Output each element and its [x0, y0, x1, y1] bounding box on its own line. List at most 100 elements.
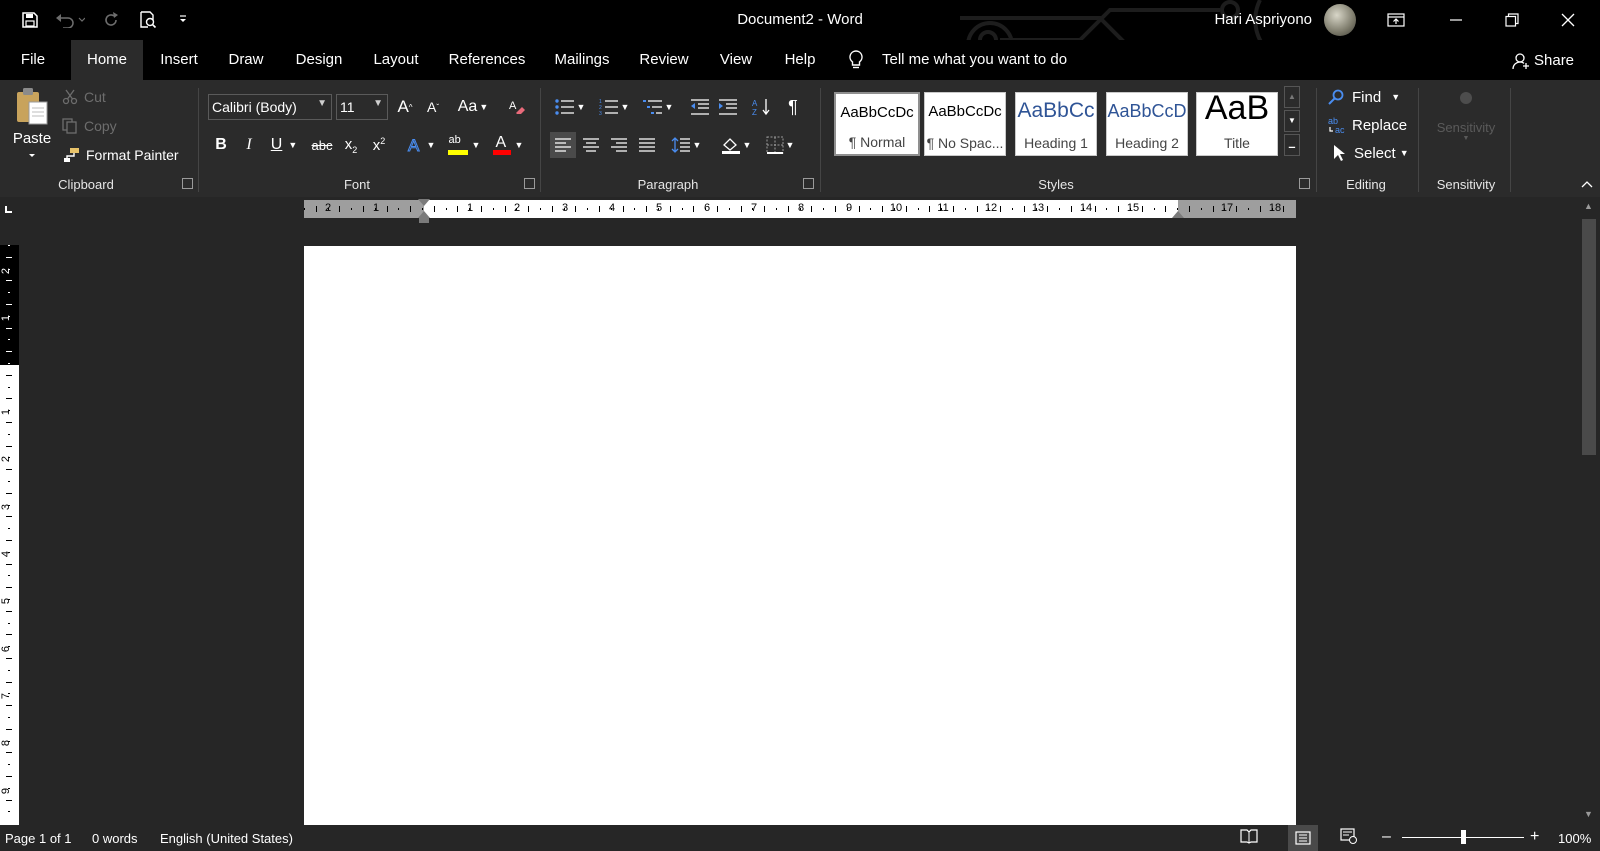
tab-selector-button[interactable] — [4, 201, 18, 215]
tab-insert[interactable]: Insert — [154, 40, 204, 80]
highlight-color-button[interactable]: ab ▼ — [446, 132, 482, 158]
close-button[interactable] — [1540, 0, 1596, 40]
increase-indent-button[interactable] — [716, 94, 740, 120]
style-heading-1[interactable]: AaBbCc Heading 1 — [1015, 92, 1097, 156]
style-heading-2[interactable]: AaBbCcD Heading 2 — [1106, 92, 1188, 156]
align-right-button[interactable] — [606, 132, 632, 158]
text-effects-button[interactable]: A ▼ — [404, 132, 438, 158]
bold-icon: B — [215, 136, 227, 153]
right-indent-marker[interactable] — [1172, 211, 1184, 218]
zoom-slider[interactable] — [1402, 830, 1524, 844]
page-count[interactable]: Page 1 of 1 — [5, 831, 72, 846]
shrink-font-button[interactable]: Aˇ — [422, 94, 444, 120]
first-line-indent-marker[interactable] — [418, 199, 430, 206]
zoom-slider-thumb[interactable] — [1461, 830, 1466, 844]
tell-me-placeholder: Tell me what you want to do — [882, 51, 1068, 68]
tell-me-box[interactable]: Tell me what you want to do — [846, 40, 1086, 80]
tab-mailings[interactable]: Mailings — [550, 40, 614, 80]
justify-button[interactable] — [634, 132, 660, 158]
styles-dialog-launcher[interactable] — [1299, 178, 1310, 189]
multilevel-list-button[interactable]: ▼ — [640, 94, 676, 120]
line-spacing-button[interactable]: ▼ — [668, 132, 704, 158]
web-layout-button[interactable] — [1340, 828, 1364, 848]
zoom-in-button[interactable]: + — [1530, 828, 1539, 846]
align-center-button[interactable] — [578, 132, 604, 158]
scroll-down-button[interactable]: ▼ — [1584, 809, 1593, 819]
tab-help[interactable]: Help — [778, 40, 822, 80]
word-count[interactable]: 0 words — [92, 831, 138, 846]
styles-more-button[interactable]: ▁ — [1284, 134, 1300, 156]
decrease-indent-button[interactable] — [688, 94, 712, 120]
find-button[interactable]: Find ▼ — [1328, 86, 1400, 108]
language-indicator[interactable]: English (United States) — [160, 831, 293, 846]
tab-design[interactable]: Design — [290, 40, 348, 80]
vertical-scrollbar[interactable]: ▲ ▼ — [1578, 197, 1600, 825]
print-layout-button[interactable] — [1288, 825, 1318, 851]
align-left-button[interactable] — [550, 132, 576, 158]
tab-home[interactable]: Home — [71, 40, 143, 80]
ruler-tick — [8, 575, 10, 577]
font-color-button[interactable]: A ▼ — [490, 132, 526, 158]
vertical-ruler[interactable]: 2 1 1 2 3 4 5 6 7 8 9 — [0, 245, 19, 825]
share-button[interactable]: Share — [1510, 40, 1594, 80]
styles-scroll-down-button[interactable]: ▼ — [1284, 110, 1300, 132]
font-size-combo[interactable]: 11 ▼ — [336, 94, 388, 120]
scroll-up-button[interactable]: ▲ — [1584, 201, 1593, 211]
collapse-ribbon-button[interactable] — [1578, 176, 1596, 192]
bold-button[interactable]: B — [210, 132, 232, 158]
style-no-spacing[interactable]: AaBbCcDc ¶ No Spac... — [924, 92, 1006, 156]
hanging-indent-marker[interactable] — [418, 211, 430, 218]
zoom-out-button[interactable]: – — [1382, 828, 1391, 846]
document-page[interactable] — [304, 246, 1296, 826]
numbering-button[interactable]: 1 2 3 ▼ — [596, 94, 632, 120]
font-name-combo[interactable]: Calibri (Body) ▼ — [208, 94, 332, 120]
paste-button[interactable]: Paste — [8, 86, 56, 168]
tab-file[interactable]: File — [12, 40, 54, 80]
show-marks-button[interactable]: ¶ — [782, 94, 804, 120]
tab-review[interactable]: Review — [636, 40, 692, 80]
sort-button[interactable]: AZ — [750, 94, 774, 120]
italic-button[interactable]: I — [238, 132, 260, 158]
horizontal-ruler[interactable]: 2 1 1 2 3 4 5 6 7 8 9 10 11 12 13 14 15 … — [304, 199, 1296, 223]
tab-view[interactable]: View — [714, 40, 758, 80]
style-normal[interactable]: AaBbCcDc ¶ Normal — [834, 92, 920, 156]
paragraph-dialog-launcher[interactable] — [803, 178, 814, 189]
sensitivity-button[interactable]: Sensitivity ▼ — [1426, 90, 1506, 170]
strikethrough-button[interactable]: abc — [310, 132, 334, 158]
change-case-button[interactable]: Aa ▼ — [456, 94, 490, 120]
ribbon-display-options-button[interactable] — [1368, 0, 1424, 40]
ruler-tick — [905, 206, 907, 212]
copy-button[interactable]: Copy — [62, 115, 117, 137]
borders-button[interactable]: ▼ — [762, 132, 798, 158]
cut-button[interactable]: Cut — [62, 86, 106, 108]
ruler-tick — [728, 208, 730, 210]
replace-button[interactable]: ab ac Replace — [1328, 114, 1407, 136]
underline-button[interactable]: U ▼ — [266, 132, 302, 158]
styles-scroll-up-button[interactable]: ▲ — [1284, 86, 1300, 108]
format-painter-button[interactable]: Format Painter — [62, 144, 179, 166]
user-name[interactable]: Hari Aspriyono — [1214, 11, 1312, 28]
tab-references[interactable]: References — [446, 40, 528, 80]
shading-button[interactable]: ▼ — [718, 132, 754, 158]
clipboard-dialog-launcher[interactable] — [182, 178, 193, 189]
zoom-level[interactable]: 100% — [1558, 831, 1591, 846]
left-indent-marker[interactable] — [419, 218, 429, 223]
font-size-value: 11 — [340, 99, 355, 115]
grow-font-button[interactable]: A ^ — [394, 94, 416, 120]
select-button[interactable]: Select ▼ — [1332, 142, 1409, 164]
align-right-icon — [611, 138, 627, 152]
font-dialog-launcher[interactable] — [524, 178, 535, 189]
scroll-thumb[interactable] — [1582, 219, 1596, 455]
tab-layout[interactable]: Layout — [368, 40, 424, 80]
tab-draw[interactable]: Draw — [222, 40, 270, 80]
minimize-button[interactable] — [1428, 0, 1484, 40]
subscript-button[interactable]: x2 — [340, 132, 362, 158]
ruler-tick — [6, 492, 12, 494]
superscript-button[interactable]: x2 — [368, 132, 390, 158]
bullets-button[interactable]: ▼ — [552, 94, 588, 120]
avatar[interactable] — [1324, 4, 1356, 36]
style-title[interactable]: AaB Title — [1196, 92, 1278, 156]
read-mode-button[interactable] — [1240, 828, 1264, 848]
restore-button[interactable] — [1484, 0, 1540, 40]
clear-formatting-button[interactable]: A — [506, 94, 528, 120]
